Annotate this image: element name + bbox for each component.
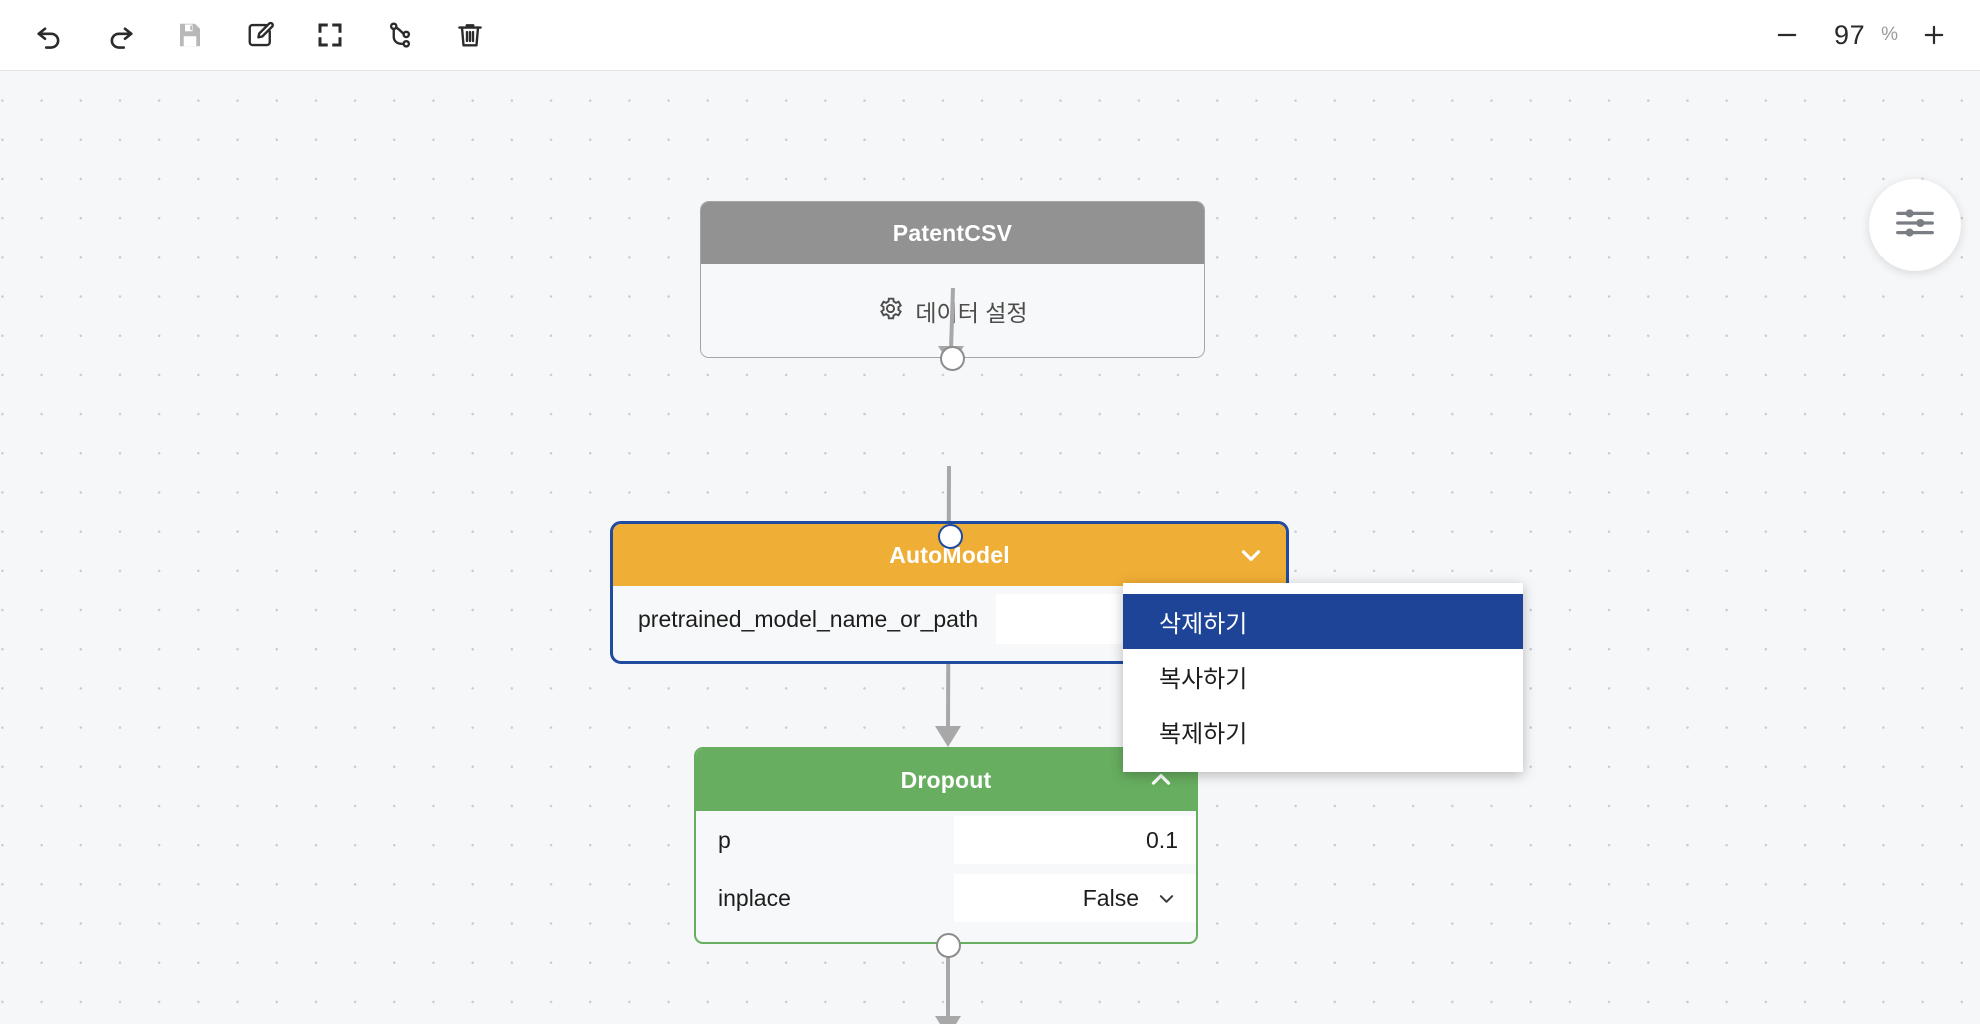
context-menu-item-delete[interactable]: 삭제하기 (1123, 594, 1523, 649)
top-toolbar: 97 % (0, 0, 1980, 71)
zoom-unit-label: % (1881, 24, 1898, 45)
chevron-down-icon[interactable] (1236, 540, 1266, 570)
param-row: inplace False (696, 869, 1196, 927)
param-select-inplace-value: False (1082, 884, 1139, 911)
param-label-pretrained-model-name-or-path: pretrained_model_name_or_path (638, 605, 979, 632)
context-menu-item-copy-label: 복사하기 (1159, 666, 1248, 693)
branch-icon (385, 20, 415, 50)
context-menu-item-duplicate-label: 복제하기 (1159, 721, 1248, 748)
node-patentcsv-body: 데이터 설정 (701, 264, 1204, 357)
edit-icon (245, 20, 275, 50)
delete-button[interactable] (444, 9, 496, 61)
trash-icon (455, 20, 485, 50)
data-setting-label: 데이터 설정 (915, 300, 1028, 326)
node-dropout-header[interactable]: Dropout (696, 749, 1196, 811)
undo-icon (35, 20, 65, 50)
port-patentcsv-out[interactable] (940, 346, 965, 371)
fullscreen-icon (315, 20, 345, 50)
chevron-down-icon (1155, 887, 1178, 910)
data-setting-button[interactable]: 데이터 설정 (701, 264, 1204, 357)
gear-icon (877, 295, 904, 328)
context-menu-item-duplicate[interactable]: 복제하기 (1123, 704, 1523, 759)
edit-button[interactable] (234, 9, 286, 61)
toolbar-left-group (0, 9, 496, 61)
node-patentcsv-title: PatentCSV (892, 219, 1013, 246)
flow-canvas[interactable]: PatentCSV 데이터 설정 AutoModel pretrained_mo… (0, 71, 1980, 1024)
param-label-inplace: inplace (718, 884, 791, 911)
node-dropout[interactable]: Dropout p 0.1 inplace False (694, 747, 1198, 944)
port-automodel-out[interactable] (938, 524, 963, 549)
node-patentcsv[interactable]: PatentCSV 데이터 설정 (700, 201, 1205, 358)
node-patentcsv-header[interactable]: PatentCSV (701, 202, 1204, 264)
port-dropout-out[interactable] (936, 933, 961, 958)
graph-button[interactable] (374, 9, 426, 61)
settings-fab-button[interactable] (1869, 179, 1961, 271)
context-menu-item-copy[interactable]: 복사하기 (1123, 649, 1523, 704)
param-input-p[interactable]: 0.1 (954, 816, 1196, 864)
save-icon (175, 20, 205, 50)
param-select-inplace[interactable]: False (954, 874, 1196, 922)
redo-icon (105, 20, 135, 50)
zoom-level-value: 97 (1834, 19, 1866, 50)
param-label-p: p (718, 826, 731, 853)
node-dropout-title: Dropout (900, 766, 992, 793)
flow-editor-app: 97 % PatentCSV 데이터 설정 AutoModel pretrain… (0, 0, 1980, 1024)
node-dropout-body: p 0.1 inplace False (696, 811, 1196, 927)
sliders-icon (1892, 200, 1938, 251)
param-row: p 0.1 (696, 811, 1196, 869)
save-button[interactable] (164, 9, 216, 61)
zoom-out-button[interactable] (1767, 15, 1807, 55)
undo-button[interactable] (24, 9, 76, 61)
context-menu-item-delete-label: 삭제하기 (1159, 611, 1248, 638)
zoom-controls: 97 % (1767, 15, 1980, 55)
fullscreen-button[interactable] (304, 9, 356, 61)
redo-button[interactable] (94, 9, 146, 61)
zoom-in-button[interactable] (1914, 15, 1954, 55)
node-context-menu: 삭제하기 복사하기 복제하기 (1123, 583, 1523, 772)
